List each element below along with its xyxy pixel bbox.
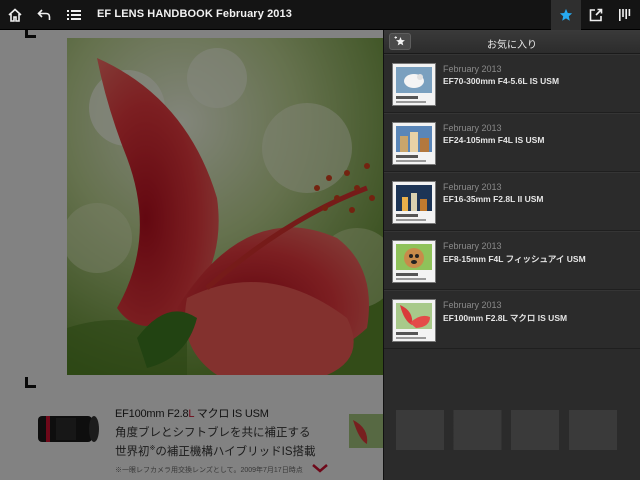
favorite-item[interactable]: February 2013 EF24-105mm F4L IS USM <box>384 113 640 172</box>
favorite-date: February 2013 <box>443 241 502 251</box>
favorite-thumbnail <box>392 240 436 283</box>
export-icon[interactable] <box>581 0 611 30</box>
favorite-date: February 2013 <box>443 182 502 192</box>
favorite-date: February 2013 <box>443 123 502 133</box>
favorite-date: February 2013 <box>443 300 502 310</box>
favorite-item[interactable]: February 2013 EF16-35mm F2.8L II USM <box>384 172 640 231</box>
toc-icon[interactable] <box>59 0 89 30</box>
page-title: EF LENS HANDBOOK February 2013 <box>97 8 292 20</box>
star-icon[interactable] <box>551 0 581 30</box>
favorites-list: February 2013 EF70-300mm F4-5.6L IS USM … <box>384 54 640 349</box>
favorite-thumbnail <box>392 299 436 342</box>
favorite-item[interactable]: February 2013 EF8-15mm F4L フィッシュアイ USM <box>384 231 640 290</box>
favorites-title: お気に入り <box>487 40 537 51</box>
favorite-name: EF70-300mm F4-5.6L IS USM <box>443 76 560 86</box>
page-strip-ghost <box>396 410 636 450</box>
favorite-name: EF8-15mm F4L フィッシュアイ USM <box>443 254 586 264</box>
favorite-thumbnail <box>392 181 436 224</box>
favorite-item[interactable]: February 2013 EF100mm F2.8L マクロ IS USM <box>384 290 640 349</box>
favorite-thumbnail <box>392 122 436 165</box>
favorites-panel: お気に入り February 2013 EF70-300mm F4-5.6L I… <box>383 30 640 480</box>
favorites-header: お気に入り <box>384 30 640 54</box>
favorite-date: February 2013 <box>443 64 502 74</box>
favorite-item[interactable]: February 2013 EF70-300mm F4-5.6L IS USM <box>384 54 640 113</box>
top-toolbar: EF LENS HANDBOOK February 2013 <box>0 0 640 30</box>
home-icon[interactable] <box>0 0 30 30</box>
favorite-name: EF100mm F2.8L マクロ IS USM <box>443 313 568 323</box>
favorite-name: EF16-35mm F2.8L II USM <box>443 194 544 204</box>
favorite-name: EF24-105mm F4L IS USM <box>443 135 545 145</box>
back-icon[interactable] <box>29 0 59 30</box>
bookmark-bar-icon[interactable] <box>610 0 640 30</box>
favorite-thumbnail <box>392 63 436 106</box>
